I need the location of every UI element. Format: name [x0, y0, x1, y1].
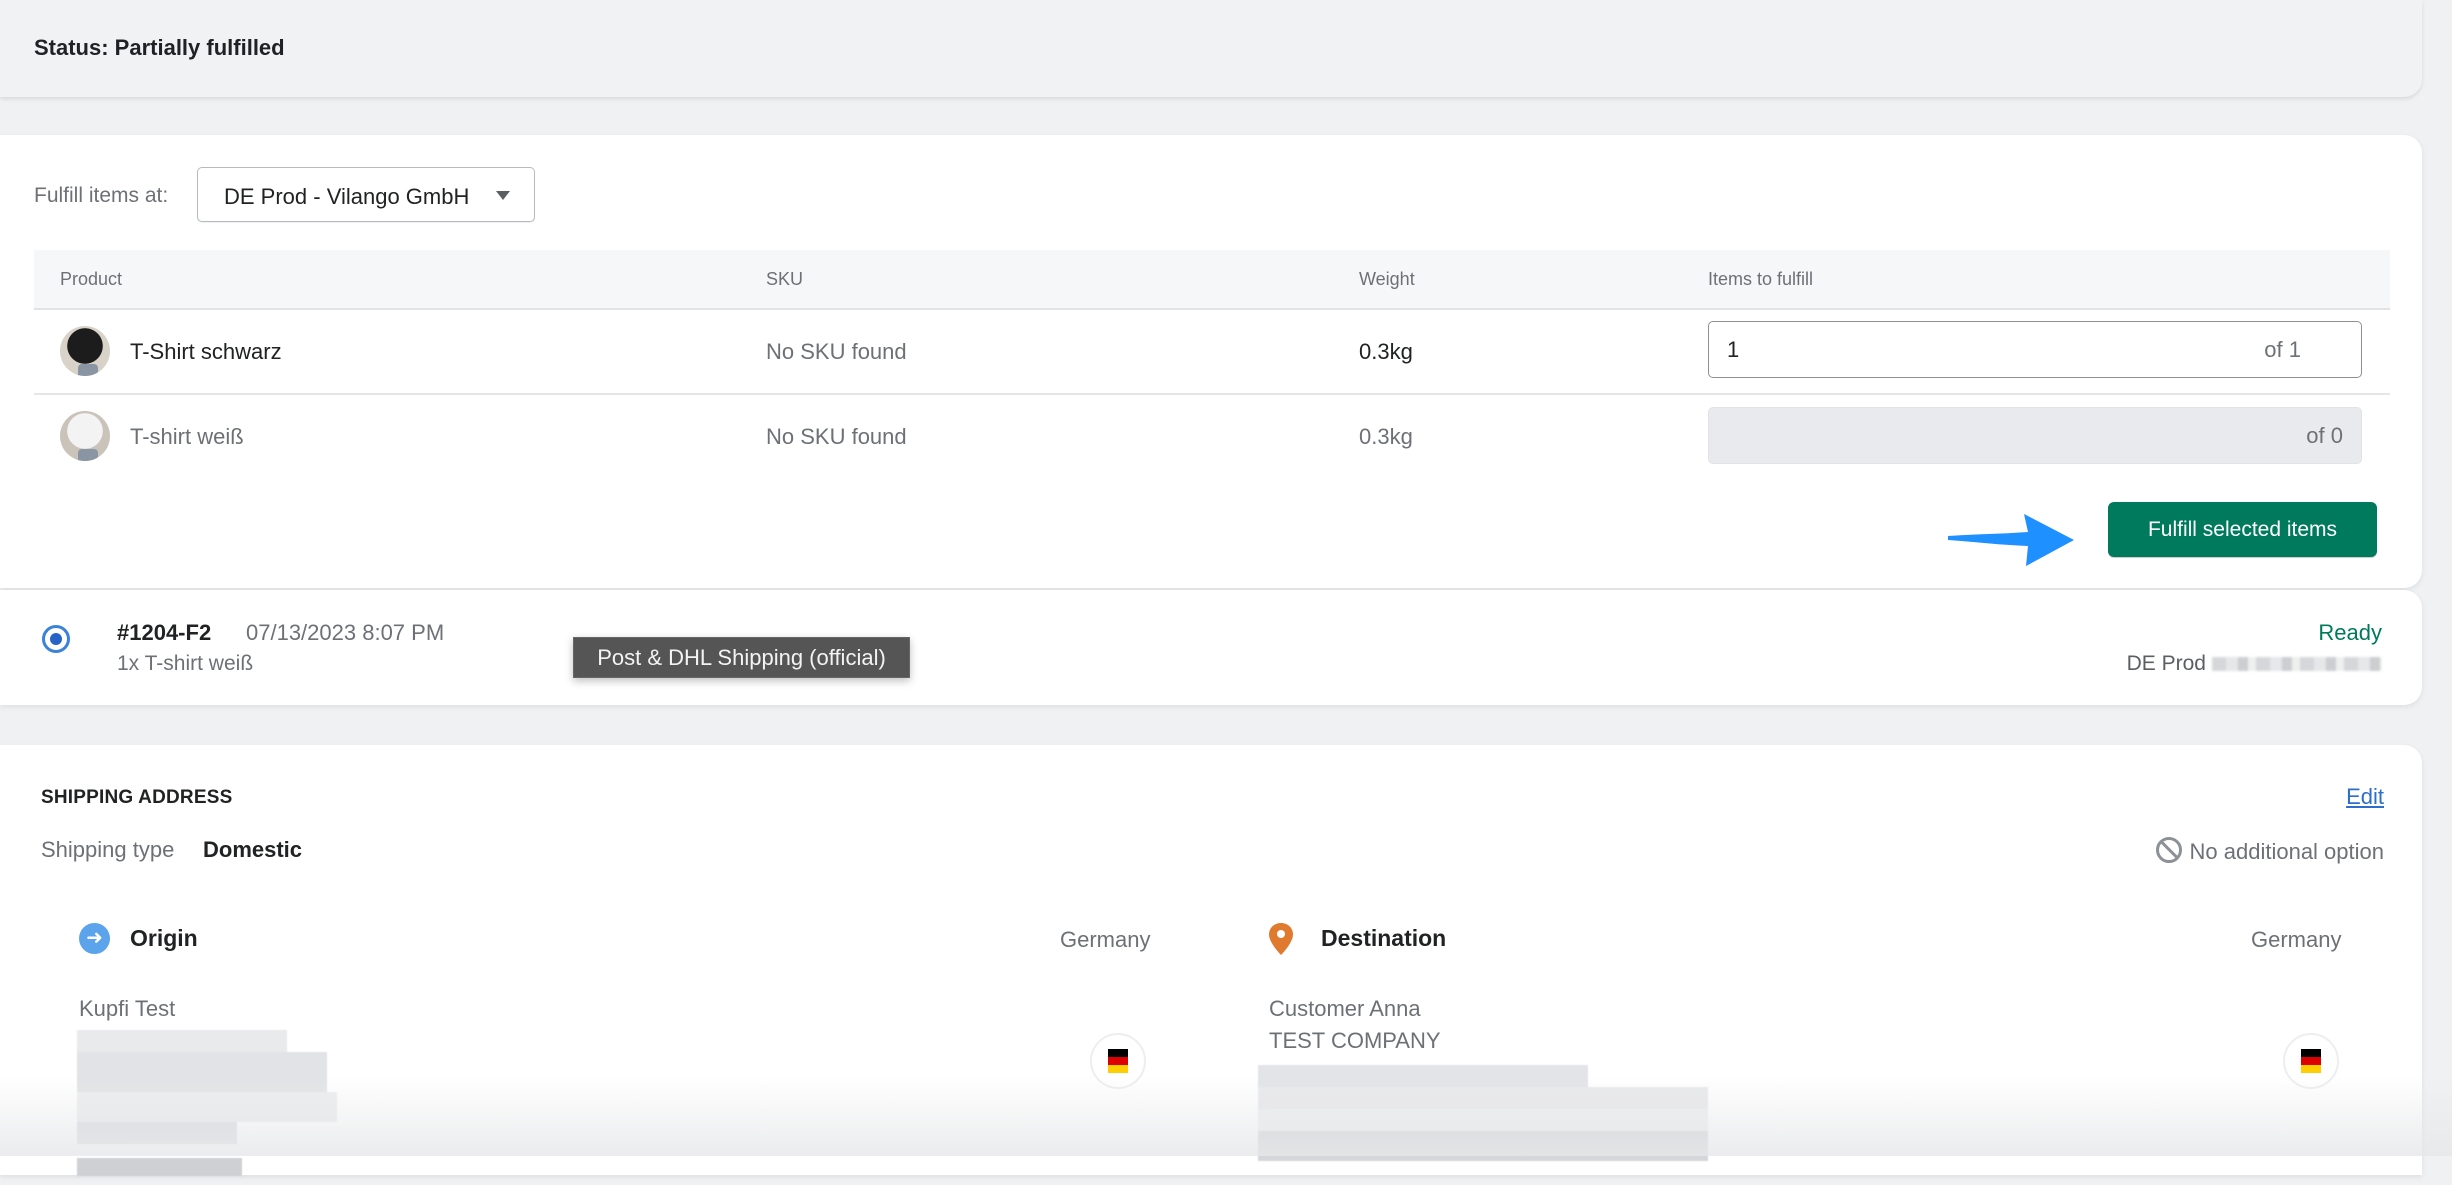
- column-header-weight: Weight: [1359, 269, 1415, 289]
- caret-down-icon: [496, 191, 510, 200]
- fulfill-location-select[interactable]: DE Prod - Vilango GmbH: [197, 167, 535, 222]
- fulfill-location-value: DE Prod - Vilango GmbH: [224, 184, 470, 209]
- fulfillment-status-badge: Ready: [2318, 620, 2382, 645]
- additional-option-text: No additional option: [2189, 839, 2384, 864]
- quantity-max: of 0: [2306, 423, 2343, 448]
- edit-shipping-link[interactable]: Edit: [2346, 784, 2384, 810]
- quantity-max: of 1: [2264, 337, 2301, 362]
- table-header: Product SKU Weight Items to fulfill: [34, 250, 2390, 310]
- fulfillment-radio[interactable]: [42, 625, 70, 653]
- redacted-text: [2212, 657, 2382, 672]
- fulfill-location-label: Fulfill items at:: [34, 184, 169, 207]
- product-thumbnail: [60, 326, 110, 376]
- shipping-type-value: Domestic: [203, 837, 303, 862]
- carrier-tooltip: Post & DHL Shipping (official): [573, 637, 910, 678]
- fulfillment-card[interactable]: #1204-F2 07/13/2023 8:07 PM 1x T-shirt w…: [0, 590, 2422, 705]
- origin-label: Origin: [130, 925, 198, 951]
- items-table: Product SKU Weight Items to fulfill T-Sh…: [34, 250, 2390, 478]
- destination-name: Customer Anna: [1269, 996, 1421, 1021]
- additional-option: No additional option: [2155, 837, 2384, 865]
- redacted-address: [1258, 1065, 1708, 1185]
- fulfillment-items: 1x T-shirt weiß: [117, 652, 254, 675]
- column-header-items-to-fulfill: Items to fulfill: [1708, 269, 1814, 289]
- status-card: Status: Partially fulfilled: [0, 0, 2422, 97]
- fulfillment-location: DE Prod: [2127, 652, 2382, 676]
- destination-company: TEST COMPANY: [1269, 1028, 1441, 1053]
- fulfillment-status: Status: Partially fulfilled: [34, 35, 285, 60]
- fulfill-selected-items-button[interactable]: Fulfill selected items: [2108, 502, 2377, 557]
- fulfillment-id: #1204-F2: [117, 620, 212, 645]
- product-weight: 0.3kg: [1359, 339, 1413, 364]
- section-title: SHIPPING ADDRESS: [41, 787, 233, 808]
- product-name: T-Shirt schwarz: [130, 339, 282, 364]
- column-header-sku: SKU: [766, 269, 804, 289]
- annotation-arrow-icon: [1948, 514, 2074, 566]
- destination-label: Destination: [1321, 925, 1447, 951]
- arrow-right-circle-icon: ➜: [79, 923, 110, 954]
- column-header-product: Product: [60, 269, 123, 289]
- table-row: T-Shirt schwarz No SKU found 0.3kg 1 of …: [34, 310, 2390, 395]
- product-weight: 0.3kg: [1359, 424, 1413, 449]
- product-sku: No SKU found: [766, 339, 907, 364]
- fulfillment-location-text: DE Prod: [2126, 652, 2206, 675]
- map-pin-icon: [1269, 923, 1293, 955]
- origin-country: Germany: [1060, 927, 1151, 952]
- destination-country: Germany: [2251, 927, 2342, 952]
- table-row: T-shirt weiß No SKU found 0.3kg of 0: [34, 395, 2390, 478]
- quantity-value: 1: [1727, 337, 1740, 362]
- germany-flag-icon: [2283, 1033, 2339, 1089]
- shipping-address-card: SHIPPING ADDRESS Edit Shipping type Dome…: [0, 745, 2422, 1176]
- product-sku: No SKU found: [766, 424, 907, 449]
- quantity-input[interactable]: 1 of 1: [1708, 321, 2362, 378]
- fulfillment-date: 07/13/2023 8:07 PM: [246, 620, 445, 645]
- prohibited-icon: [2155, 837, 2182, 863]
- germany-flag-icon: [1090, 1033, 1146, 1089]
- product-thumbnail: [60, 411, 110, 461]
- quantity-input-disabled: of 0: [1708, 407, 2362, 464]
- product-name: T-shirt weiß: [130, 424, 244, 449]
- origin-name: Kupfi Test: [79, 996, 176, 1021]
- shipping-type-label: Shipping type: [41, 837, 175, 862]
- redacted-address: [77, 1030, 357, 1180]
